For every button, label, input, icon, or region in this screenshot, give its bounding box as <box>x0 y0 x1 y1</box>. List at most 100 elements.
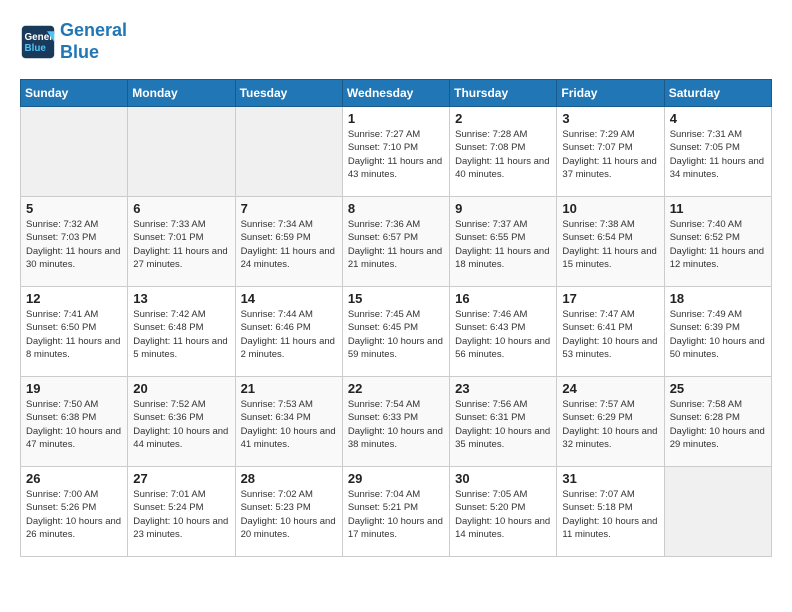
day-info: Sunrise: 7:36 AM Sunset: 6:57 PM Dayligh… <box>348 218 444 271</box>
week-row-1: 1 Sunrise: 7:27 AM Sunset: 7:10 PM Daylig… <box>21 107 772 197</box>
day-info: Sunrise: 7:54 AM Sunset: 6:33 PM Dayligh… <box>348 398 444 451</box>
day-number: 14 <box>241 291 337 306</box>
day-number: 10 <box>562 201 658 216</box>
calendar-cell: 11 Sunrise: 7:40 AM Sunset: 6:52 PM Dayli… <box>664 197 771 287</box>
calendar-cell: 23 Sunrise: 7:56 AM Sunset: 6:31 PM Dayli… <box>450 377 557 467</box>
calendar-cell: 4 Sunrise: 7:31 AM Sunset: 7:05 PM Daylig… <box>664 107 771 197</box>
day-number: 4 <box>670 111 766 126</box>
calendar-cell: 16 Sunrise: 7:46 AM Sunset: 6:43 PM Dayli… <box>450 287 557 377</box>
calendar-cell <box>235 107 342 197</box>
calendar-table: SundayMondayTuesdayWednesdayThursdayFrid… <box>20 79 772 557</box>
calendar-cell: 29 Sunrise: 7:04 AM Sunset: 5:21 PM Dayli… <box>342 467 449 557</box>
calendar-body: 1 Sunrise: 7:27 AM Sunset: 7:10 PM Daylig… <box>21 107 772 557</box>
day-info: Sunrise: 7:38 AM Sunset: 6:54 PM Dayligh… <box>562 218 658 271</box>
calendar-cell: 18 Sunrise: 7:49 AM Sunset: 6:39 PM Dayli… <box>664 287 771 377</box>
day-info: Sunrise: 7:29 AM Sunset: 7:07 PM Dayligh… <box>562 128 658 181</box>
day-number: 21 <box>241 381 337 396</box>
calendar-cell: 27 Sunrise: 7:01 AM Sunset: 5:24 PM Dayli… <box>128 467 235 557</box>
calendar-cell: 31 Sunrise: 7:07 AM Sunset: 5:18 PM Dayli… <box>557 467 664 557</box>
header-sunday: Sunday <box>21 80 128 107</box>
calendar-cell: 6Sunrise: 7:33 AM Sunset: 7:01 PM Daylig… <box>128 197 235 287</box>
day-number: 9 <box>455 201 551 216</box>
calendar-cell: 25 Sunrise: 7:58 AM Sunset: 6:28 PM Dayli… <box>664 377 771 467</box>
header-friday: Friday <box>557 80 664 107</box>
calendar-header: SundayMondayTuesdayWednesdayThursdayFrid… <box>21 80 772 107</box>
calendar-cell: 8 Sunrise: 7:36 AM Sunset: 6:57 PM Daylig… <box>342 197 449 287</box>
day-number: 22 <box>348 381 444 396</box>
day-info: Sunrise: 7:07 AM Sunset: 5:18 PM Dayligh… <box>562 488 658 541</box>
logo: General Blue General Blue <box>20 20 127 63</box>
calendar-cell: 10 Sunrise: 7:38 AM Sunset: 6:54 PM Dayli… <box>557 197 664 287</box>
week-row-4: 19 Sunrise: 7:50 AM Sunset: 6:38 PM Dayli… <box>21 377 772 467</box>
calendar-cell: 12 Sunrise: 7:41 AM Sunset: 6:50 PM Dayli… <box>21 287 128 377</box>
day-info: Sunrise: 7:44 AM Sunset: 6:46 PM Dayligh… <box>241 308 337 361</box>
calendar-cell: 14 Sunrise: 7:44 AM Sunset: 6:46 PM Dayli… <box>235 287 342 377</box>
calendar-cell: 21 Sunrise: 7:53 AM Sunset: 6:34 PM Dayli… <box>235 377 342 467</box>
day-number: 19 <box>26 381 122 396</box>
calendar-cell: 5 Sunrise: 7:32 AM Sunset: 7:03 PM Daylig… <box>21 197 128 287</box>
calendar-cell: 19 Sunrise: 7:50 AM Sunset: 6:38 PM Dayli… <box>21 377 128 467</box>
day-number: 2 <box>455 111 551 126</box>
day-info: Sunrise: 7:28 AM Sunset: 7:08 PM Dayligh… <box>455 128 551 181</box>
calendar-cell: 28Sunrise: 7:02 AM Sunset: 5:23 PM Dayli… <box>235 467 342 557</box>
day-number: 25 <box>670 381 766 396</box>
day-info: Sunrise: 7:31 AM Sunset: 7:05 PM Dayligh… <box>670 128 766 181</box>
day-number: 3 <box>562 111 658 126</box>
day-info: Sunrise: 7:27 AM Sunset: 7:10 PM Dayligh… <box>348 128 444 181</box>
day-info: Sunrise: 7:42 AM Sunset: 6:48 PM Dayligh… <box>133 308 229 361</box>
day-info: Sunrise: 7:00 AM Sunset: 5:26 PM Dayligh… <box>26 488 122 541</box>
header-wednesday: Wednesday <box>342 80 449 107</box>
calendar-cell: 24Sunrise: 7:57 AM Sunset: 6:29 PM Dayli… <box>557 377 664 467</box>
day-number: 24 <box>562 381 658 396</box>
day-info: Sunrise: 7:04 AM Sunset: 5:21 PM Dayligh… <box>348 488 444 541</box>
day-number: 13 <box>133 291 229 306</box>
day-number: 7 <box>241 201 337 216</box>
day-number: 31 <box>562 471 658 486</box>
calendar-cell <box>21 107 128 197</box>
day-info: Sunrise: 7:05 AM Sunset: 5:20 PM Dayligh… <box>455 488 551 541</box>
logo-text: General Blue <box>60 20 127 63</box>
day-info: Sunrise: 7:49 AM Sunset: 6:39 PM Dayligh… <box>670 308 766 361</box>
day-number: 26 <box>26 471 122 486</box>
header-thursday: Thursday <box>450 80 557 107</box>
calendar-cell: 7Sunrise: 7:34 AM Sunset: 6:59 PM Daylig… <box>235 197 342 287</box>
day-number: 28 <box>241 471 337 486</box>
day-info: Sunrise: 7:40 AM Sunset: 6:52 PM Dayligh… <box>670 218 766 271</box>
day-number: 17 <box>562 291 658 306</box>
day-info: Sunrise: 7:53 AM Sunset: 6:34 PM Dayligh… <box>241 398 337 451</box>
week-row-3: 12 Sunrise: 7:41 AM Sunset: 6:50 PM Dayli… <box>21 287 772 377</box>
day-number: 16 <box>455 291 551 306</box>
day-info: Sunrise: 7:58 AM Sunset: 6:28 PM Dayligh… <box>670 398 766 451</box>
day-number: 1 <box>348 111 444 126</box>
day-info: Sunrise: 7:52 AM Sunset: 6:36 PM Dayligh… <box>133 398 229 451</box>
day-number: 18 <box>670 291 766 306</box>
calendar-cell: 13 Sunrise: 7:42 AM Sunset: 6:48 PM Dayli… <box>128 287 235 377</box>
day-number: 15 <box>348 291 444 306</box>
svg-text:Blue: Blue <box>25 43 47 54</box>
calendar-cell: 15 Sunrise: 7:45 AM Sunset: 6:45 PM Dayli… <box>342 287 449 377</box>
day-info: Sunrise: 7:50 AM Sunset: 6:38 PM Dayligh… <box>26 398 122 451</box>
week-row-5: 26 Sunrise: 7:00 AM Sunset: 5:26 PM Dayli… <box>21 467 772 557</box>
day-info: Sunrise: 7:01 AM Sunset: 5:24 PM Dayligh… <box>133 488 229 541</box>
header-tuesday: Tuesday <box>235 80 342 107</box>
day-info: Sunrise: 7:46 AM Sunset: 6:43 PM Dayligh… <box>455 308 551 361</box>
day-number: 12 <box>26 291 122 306</box>
header-monday: Monday <box>128 80 235 107</box>
day-info: Sunrise: 7:45 AM Sunset: 6:45 PM Dayligh… <box>348 308 444 361</box>
day-number: 8 <box>348 201 444 216</box>
day-number: 6 <box>133 201 229 216</box>
day-number: 29 <box>348 471 444 486</box>
calendar-cell: 26 Sunrise: 7:00 AM Sunset: 5:26 PM Dayli… <box>21 467 128 557</box>
calendar-cell: 2 Sunrise: 7:28 AM Sunset: 7:08 PM Daylig… <box>450 107 557 197</box>
day-number: 5 <box>26 201 122 216</box>
calendar-cell: 9Sunrise: 7:37 AM Sunset: 6:55 PM Daylig… <box>450 197 557 287</box>
day-info: Sunrise: 7:56 AM Sunset: 6:31 PM Dayligh… <box>455 398 551 451</box>
day-number: 27 <box>133 471 229 486</box>
calendar-cell: 22 Sunrise: 7:54 AM Sunset: 6:33 PM Dayli… <box>342 377 449 467</box>
day-number: 23 <box>455 381 551 396</box>
logo-icon: General Blue <box>20 24 56 60</box>
day-info: Sunrise: 7:32 AM Sunset: 7:03 PM Dayligh… <box>26 218 122 271</box>
day-number: 11 <box>670 201 766 216</box>
day-info: Sunrise: 7:41 AM Sunset: 6:50 PM Dayligh… <box>26 308 122 361</box>
week-row-2: 5 Sunrise: 7:32 AM Sunset: 7:03 PM Daylig… <box>21 197 772 287</box>
